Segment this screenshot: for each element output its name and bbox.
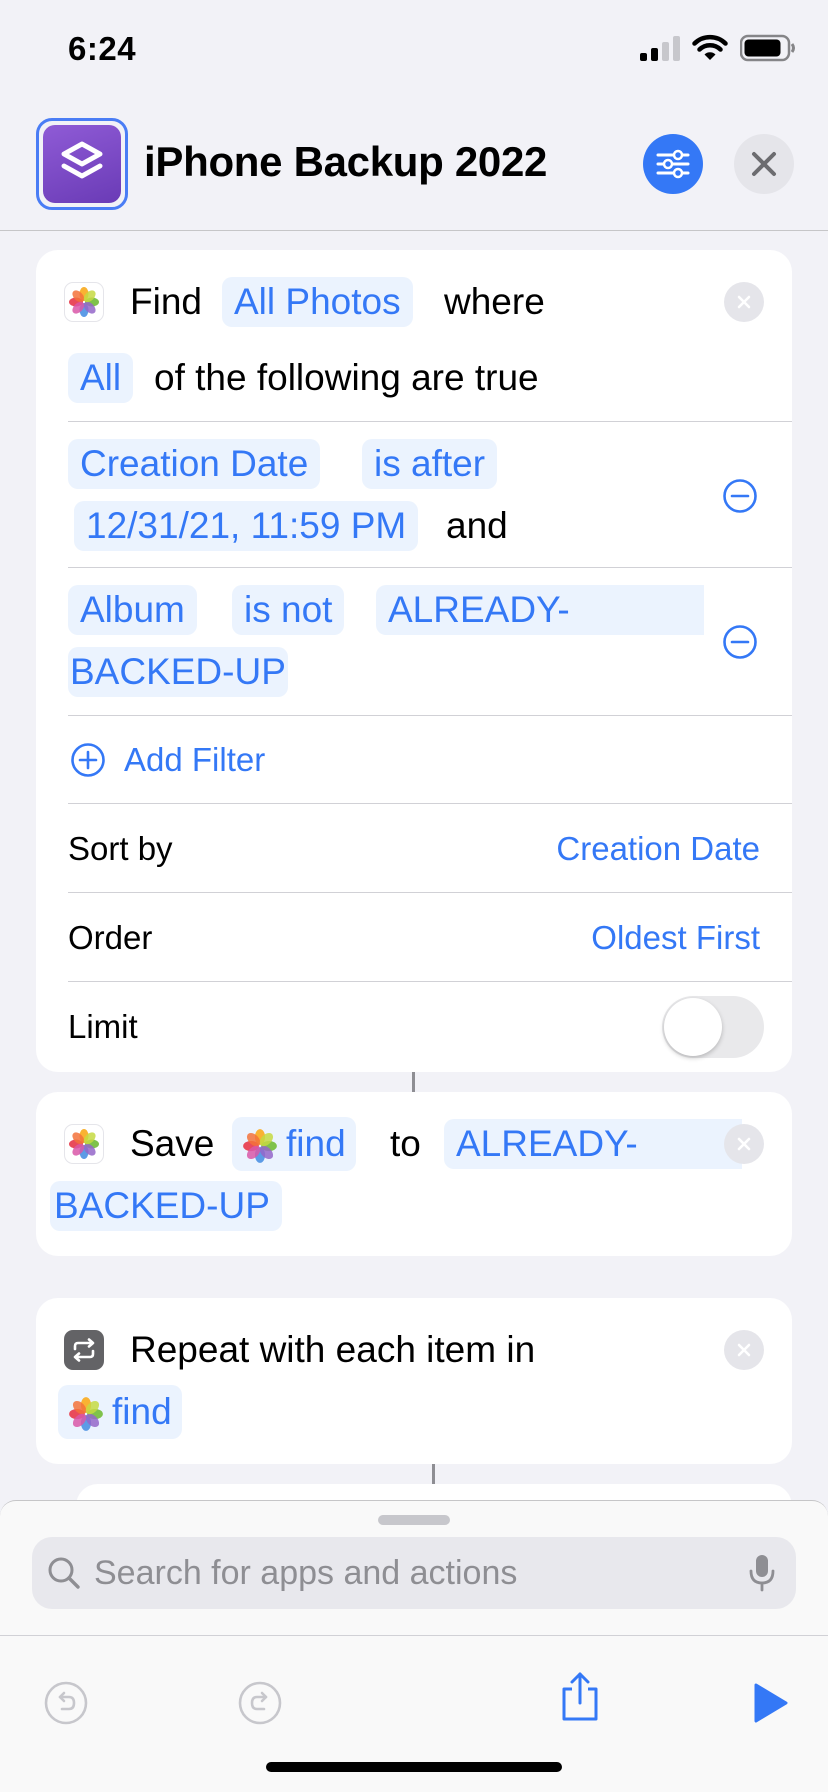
limit-toggle[interactable]: [662, 996, 764, 1058]
filter-value-token-continued[interactable]: BACKED-UP: [68, 647, 288, 697]
action-connector: [432, 1464, 435, 1486]
editor-header: iPhone Backup 2022: [0, 100, 828, 231]
photos-app-icon: [243, 1129, 277, 1164]
status-bar: 6:24: [0, 0, 828, 100]
limit-label: Limit: [68, 1008, 138, 1045]
close-icon: [737, 1137, 751, 1151]
status-time: 6:24: [68, 30, 137, 67]
divider: [68, 803, 792, 804]
photos-source-token[interactable]: All Photos: [222, 277, 413, 327]
wifi-icon: [692, 34, 728, 60]
photos-app-icon: [64, 1124, 104, 1164]
find-variable-label: find: [112, 1391, 172, 1432]
play-icon: [754, 1683, 788, 1723]
sliders-icon: [656, 149, 690, 179]
filter-field-token[interactable]: Album: [68, 585, 197, 635]
undo-icon: [44, 1681, 88, 1725]
divider: [68, 981, 792, 982]
filter-join-label: and: [446, 505, 508, 546]
repeat-action: Repeat with each item in find: [36, 1298, 792, 1464]
search-icon: [48, 1557, 80, 1589]
action-search-sheet: Search for apps and actions: [0, 1500, 828, 1792]
status-icons: [640, 34, 796, 62]
close-button[interactable]: [734, 134, 794, 194]
sort-by-label: Sort by: [68, 830, 173, 867]
settings-button[interactable]: [643, 134, 703, 194]
toggle-knob: [664, 998, 722, 1056]
filter-operator-token[interactable]: is not: [232, 585, 345, 635]
order-label: Order: [68, 919, 153, 956]
filter-operator-token[interactable]: is after: [362, 439, 498, 489]
share-button[interactable]: [556, 1672, 604, 1721]
battery-icon: [740, 34, 795, 62]
search-input[interactable]: Search for apps and actions: [94, 1553, 517, 1593]
find-photos-action: Find All Photos where All of the followi…: [36, 250, 792, 1072]
save-label: Save: [130, 1123, 215, 1164]
find-label: Find: [130, 281, 202, 322]
sort-by-value[interactable]: Creation Date: [556, 829, 760, 869]
album-token[interactable]: ALREADY-: [444, 1119, 742, 1169]
shortcut-title[interactable]: iPhone Backup 2022: [144, 138, 547, 186]
divider: [68, 567, 792, 568]
photos-app-icon: [69, 1397, 103, 1432]
undo-button[interactable]: [42, 1679, 90, 1727]
filter-value-token[interactable]: ALREADY-: [376, 585, 704, 635]
find-variable-token[interactable]: find: [232, 1117, 356, 1171]
quantifier-token[interactable]: All: [68, 353, 134, 403]
home-indicator: [266, 1762, 562, 1772]
find-variable-token[interactable]: find: [58, 1385, 182, 1439]
divider: [68, 715, 792, 716]
photos-app-icon: [64, 282, 104, 322]
shortcuts-icon: [61, 141, 103, 179]
order-value[interactable]: Oldest First: [591, 918, 760, 958]
shortcut-icon-button[interactable]: [36, 118, 128, 210]
remove-action-button[interactable]: [724, 1124, 764, 1164]
plus-circle-icon: [71, 743, 105, 777]
following-label: of the following are true: [154, 357, 539, 398]
run-button[interactable]: [746, 1679, 794, 1727]
filter-value-token[interactable]: 12/31/21, 11:59 PM: [74, 501, 419, 551]
repeat-icon: [64, 1330, 104, 1370]
close-icon: [752, 152, 776, 176]
repeat-label: Repeat with each item in: [130, 1329, 536, 1370]
filter-field-token[interactable]: Creation Date: [68, 439, 321, 489]
search-bar[interactable]: Search for apps and actions: [32, 1537, 796, 1609]
to-label: to: [390, 1123, 421, 1164]
cellular-signal-icon: [640, 35, 680, 61]
remove-filter-icon[interactable]: [722, 624, 758, 660]
divider: [68, 421, 792, 422]
where-label: where: [444, 281, 545, 322]
save-to-album-action: Save find to ALREADY- BACKED-UP: [36, 1092, 792, 1256]
add-filter-label: Add Filter: [124, 741, 266, 778]
close-icon: [737, 1343, 751, 1357]
share-icon: [562, 1672, 598, 1721]
close-icon: [737, 295, 751, 309]
redo-button[interactable]: [236, 1679, 284, 1727]
find-variable-label: find: [286, 1123, 346, 1164]
redo-icon: [238, 1681, 282, 1725]
remove-action-button[interactable]: [724, 1330, 764, 1370]
microphone-icon[interactable]: [748, 1553, 776, 1593]
sheet-grabber[interactable]: [378, 1515, 450, 1525]
divider: [68, 892, 792, 893]
album-token-continued[interactable]: BACKED-UP: [50, 1181, 282, 1231]
remove-action-button[interactable]: [724, 282, 764, 322]
remove-filter-icon[interactable]: [722, 478, 758, 514]
divider: [0, 1635, 828, 1636]
action-connector: [412, 1072, 415, 1092]
